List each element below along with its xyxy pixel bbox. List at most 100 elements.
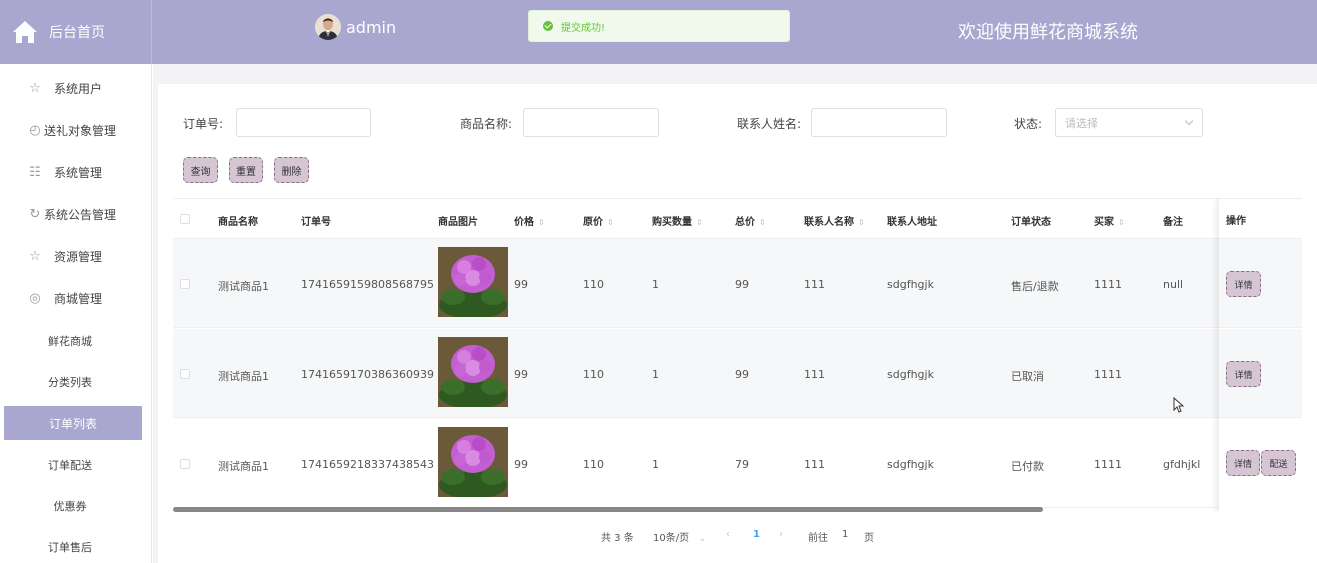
next-page-button[interactable]: › bbox=[779, 529, 783, 540]
col-quantity[interactable]: 购买数量 ⇕ bbox=[652, 213, 703, 228]
submenu-category-list[interactable]: 分类列表 bbox=[0, 364, 152, 400]
status-select[interactable]: 请选择 bbox=[1055, 108, 1203, 137]
cell-total: 99 bbox=[735, 368, 749, 381]
cell-remark: gfdhjkl bbox=[1163, 458, 1201, 471]
cell-orig-price: 110 bbox=[583, 368, 604, 381]
user-menu[interactable]: admin bbox=[315, 14, 396, 40]
prev-page-button[interactable]: ‹ bbox=[726, 529, 730, 540]
table-row: 测试商品1 1741659218337438543 99 110 1 79 11… bbox=[173, 419, 1302, 508]
toast-message: 提交成功! bbox=[561, 22, 606, 34]
sidebar-item-system-users[interactable]: ☆ 系统用户 bbox=[0, 68, 152, 108]
contact-name-label: 联系人姓名: bbox=[737, 117, 802, 131]
order-table: 商品名称 订单号 商品图片 价格 ⇕ 原价 ⇕ 购买数量 ⇕ 总价 ⇕ 联系人名称 ⇕ 联… bbox=[173, 198, 1302, 512]
cell-total: 79 bbox=[735, 458, 749, 471]
cell-quantity: 1 bbox=[652, 458, 659, 471]
page-size-value: 10条/页 bbox=[653, 533, 690, 544]
table-row: 测试商品1 1741659170386360939 99 110 1 99 11… bbox=[173, 329, 1302, 418]
sidebar-item-mall-manage[interactable]: ◎ 商城管理 bbox=[0, 278, 152, 318]
col-price-label: 价格 bbox=[514, 217, 534, 228]
col-orig-price-label: 原价 bbox=[583, 217, 603, 228]
cell-order-status: 已付款 bbox=[1011, 460, 1044, 473]
row-checkbox[interactable] bbox=[180, 459, 190, 469]
cursor-icon bbox=[1173, 397, 1185, 413]
col-contact-name[interactable]: 联系人名称 ⇕ bbox=[804, 213, 865, 228]
submenu-order-delivery[interactable]: 订单配送 bbox=[0, 447, 152, 483]
compass-icon: ◎ bbox=[29, 290, 41, 306]
goto-page-input[interactable]: 1 bbox=[842, 529, 848, 540]
col-remark: 备注 bbox=[1163, 217, 1183, 228]
row-checkbox[interactable] bbox=[180, 279, 190, 289]
row-checkbox[interactable] bbox=[180, 369, 190, 379]
delivery-button[interactable]: 配送 bbox=[1261, 450, 1296, 476]
cell-order-no: 1741659159808568795 bbox=[301, 278, 434, 291]
operations-column: 操作 详情 详情 详情 配送 bbox=[1219, 198, 1302, 512]
cell-order-no: 1741659218337438543 bbox=[301, 458, 434, 471]
cell-goods-name: 测试商品1 bbox=[218, 370, 269, 383]
home-icon bbox=[13, 21, 37, 43]
goods-name-label: 商品名称: bbox=[460, 117, 513, 131]
sort-icon[interactable]: ⇕ bbox=[538, 218, 545, 227]
cell-quantity: 1 bbox=[652, 368, 659, 381]
sidebar: ☆ 系统用户 ◴ 送礼对象管理 ☷ 系统管理 ↻ 系统公告管理 ☆ 资源管理 ◎… bbox=[0, 64, 152, 563]
col-orig-price[interactable]: 原价 ⇕ bbox=[583, 213, 614, 228]
welcome-title: 欢迎使用鲜花商城系统 bbox=[958, 22, 1138, 43]
status-label: 状态: bbox=[1014, 117, 1043, 131]
sidebar-item-system-manage[interactable]: ☷ 系统管理 bbox=[0, 152, 152, 192]
success-check-icon bbox=[543, 21, 553, 31]
submenu-flower-mall[interactable]: 鲜花商城 bbox=[0, 323, 152, 359]
horizontal-scrollbar[interactable] bbox=[173, 507, 1043, 512]
clock-icon: ◴ bbox=[29, 122, 41, 138]
sort-icon[interactable]: ⇕ bbox=[858, 218, 865, 227]
goods-image[interactable] bbox=[438, 427, 508, 497]
sidebar-item-announcements[interactable]: ↻ 系统公告管理 bbox=[0, 194, 152, 234]
sidebar-item-gift-targets[interactable]: ◴ 送礼对象管理 bbox=[0, 110, 152, 150]
pagination-total: 共 3 条 bbox=[601, 533, 634, 544]
sidebar-item-label: 系统公告管理 bbox=[44, 207, 117, 222]
cell-price: 99 bbox=[514, 458, 528, 471]
home-link[interactable]: 后台首页 bbox=[0, 0, 152, 64]
col-buyer[interactable]: 买家 ⇕ bbox=[1094, 213, 1125, 228]
cell-order-no: 1741659170386360939 bbox=[301, 368, 434, 381]
detail-button[interactable]: 详情 bbox=[1226, 450, 1260, 476]
sort-icon[interactable]: ⇕ bbox=[1118, 218, 1125, 227]
cell-contact-address: sdgfhgjk bbox=[887, 368, 934, 381]
contact-name-input[interactable] bbox=[811, 108, 947, 137]
cell-quantity: 1 bbox=[652, 278, 659, 291]
col-total[interactable]: 总价 ⇕ bbox=[735, 213, 766, 228]
goods-name-input[interactable] bbox=[523, 108, 659, 137]
delete-button[interactable]: 删除 bbox=[274, 157, 309, 183]
page-number-current[interactable]: 1 bbox=[753, 529, 760, 540]
detail-button[interactable]: 详情 bbox=[1226, 361, 1261, 387]
sidebar-item-label: 送礼对象管理 bbox=[44, 123, 117, 138]
submenu-order-list[interactable]: 订单列表 bbox=[4, 406, 142, 440]
cell-price: 99 bbox=[514, 278, 528, 291]
sort-icon[interactable]: ⇕ bbox=[759, 218, 766, 227]
order-no-label: 订单号: bbox=[183, 117, 224, 131]
table-header: 商品名称 订单号 商品图片 价格 ⇕ 原价 ⇕ 购买数量 ⇕ 总价 ⇕ 联系人名称 ⇕ 联… bbox=[173, 198, 1302, 239]
cell-order-status: 已取消 bbox=[1011, 370, 1044, 383]
page-size-select[interactable]: 10条/页 ⌄ bbox=[653, 529, 707, 544]
submenu-after-sales[interactable]: 订单售后 bbox=[0, 529, 152, 563]
sort-icon[interactable]: ⇕ bbox=[696, 218, 703, 227]
cell-order-status: 售后/退款 bbox=[1011, 280, 1059, 293]
star-icon: ☆ bbox=[29, 80, 41, 96]
sidebar-item-resources[interactable]: ☆ 资源管理 bbox=[0, 236, 152, 276]
goods-image[interactable] bbox=[438, 337, 508, 407]
query-button[interactable]: 查询 bbox=[183, 157, 218, 183]
col-price[interactable]: 价格 ⇕ bbox=[514, 213, 545, 228]
star-icon: ☆ bbox=[29, 248, 41, 264]
col-contact-address: 联系人地址 bbox=[887, 217, 937, 228]
cell-buyer: 1111 bbox=[1094, 458, 1122, 471]
cell-contact-name: 111 bbox=[804, 278, 825, 291]
sidebar-item-label: 系统管理 bbox=[54, 165, 103, 180]
order-no-input[interactable] bbox=[236, 108, 371, 137]
goods-image[interactable] bbox=[438, 247, 508, 317]
cell-price: 99 bbox=[514, 368, 528, 381]
col-quantity-label: 购买数量 bbox=[652, 217, 692, 228]
detail-button[interactable]: 详情 bbox=[1226, 271, 1261, 297]
submenu-coupons[interactable]: 优惠券 bbox=[0, 488, 152, 524]
select-all-checkbox[interactable] bbox=[180, 214, 190, 224]
chevron-down-icon bbox=[1184, 116, 1194, 126]
reset-button[interactable]: 重置 bbox=[229, 157, 263, 183]
sort-icon[interactable]: ⇕ bbox=[607, 218, 614, 227]
